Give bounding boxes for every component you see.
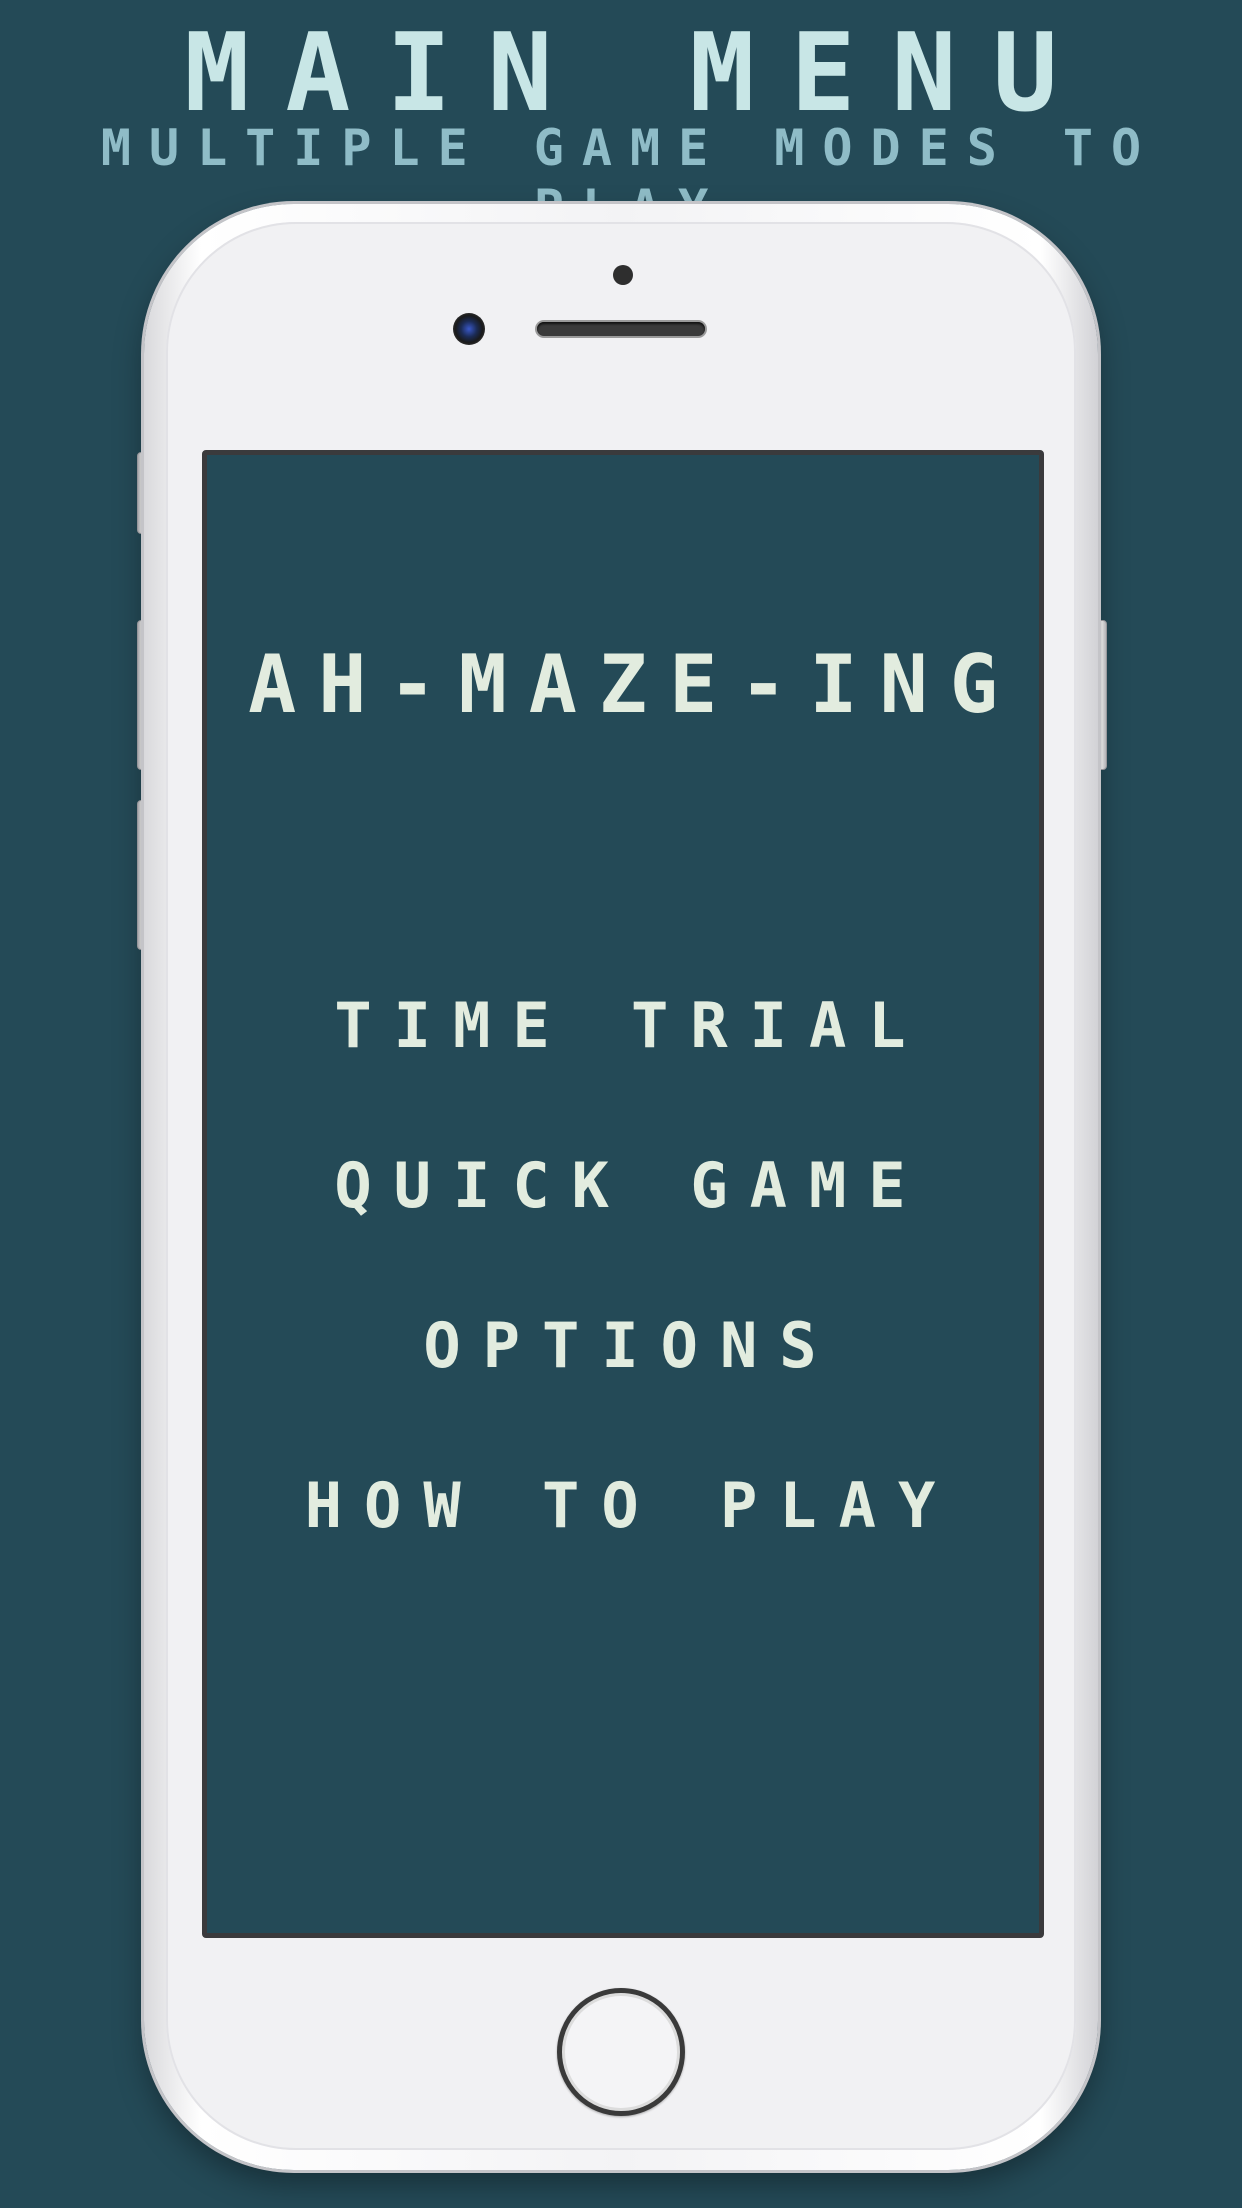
phone-screen: AH-MAZE-ING TIME TRIAL QUICK GAME OPTION… [202, 450, 1044, 1938]
game-title: AH-MAZE-ING [248, 638, 1020, 731]
main-menu: TIME TRIAL QUICK GAME OPTIONS HOW TO PLA… [207, 985, 1039, 1625]
home-button-icon[interactable] [557, 1988, 685, 2116]
menu-item-quick-game[interactable]: QUICK GAME [207, 1145, 1039, 1225]
power-button[interactable] [1097, 620, 1107, 770]
promo-title: MAIN MENU [184, 11, 1094, 136]
menu-item-options[interactable]: OPTIONS [207, 1305, 1039, 1385]
front-camera-icon [453, 313, 485, 345]
menu-item-how-to-play[interactable]: HOW TO PLAY [207, 1465, 1039, 1545]
proximity-sensor-icon [613, 265, 633, 285]
earpiece-speaker-icon [537, 322, 705, 336]
menu-item-time-trial[interactable]: TIME TRIAL [207, 985, 1039, 1065]
promo-page: MAIN MENU MULTIPLE GAME MODES TO PLAY AH… [0, 0, 1242, 2208]
